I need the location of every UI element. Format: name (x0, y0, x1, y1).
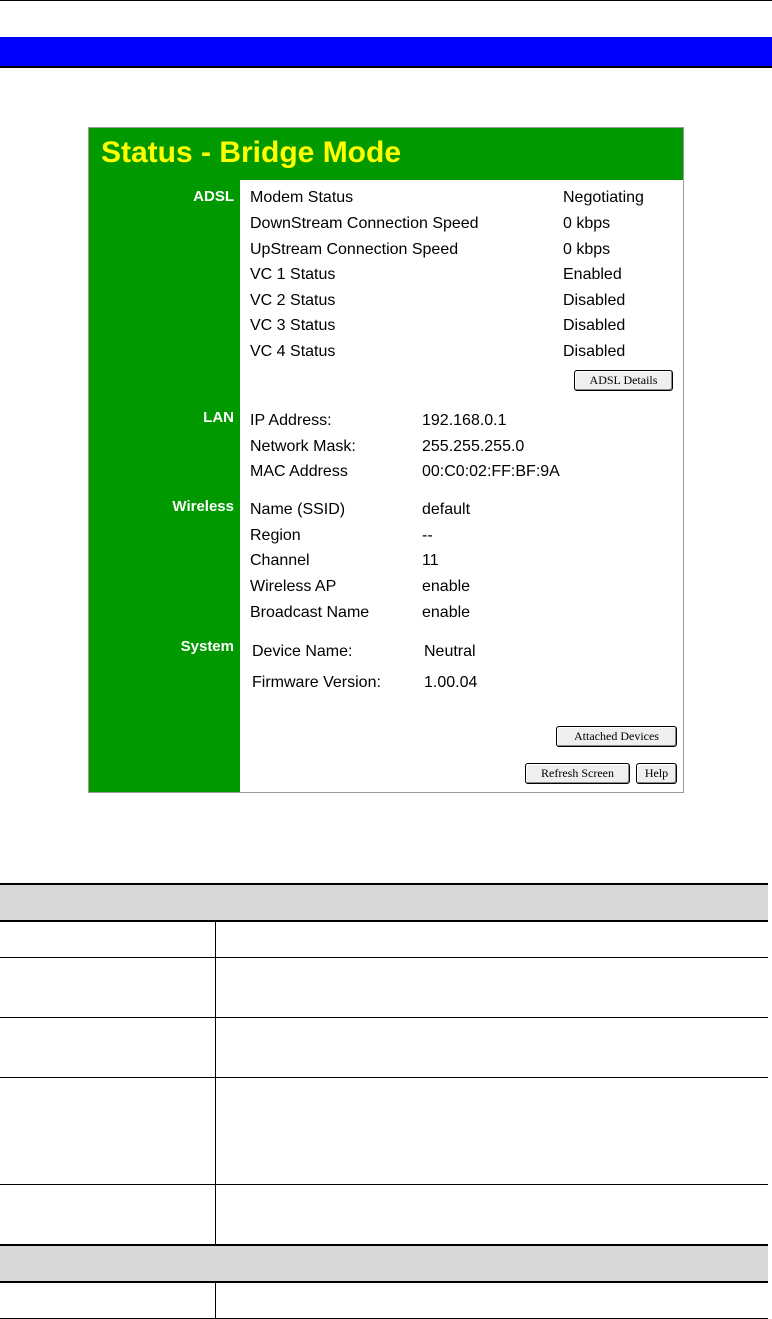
page-title: Status - Bridge Mode (101, 136, 402, 169)
lan-row-label: Network Mask: (250, 438, 356, 455)
system-row-label: Device Name: (252, 643, 353, 660)
wireless-row-value: -- (422, 527, 433, 544)
table-header-row (0, 1245, 768, 1282)
wireless-row-value: enable (422, 578, 471, 595)
section-label-adsl: ADSL (193, 188, 234, 205)
adsl-row-label: VC 3 Status (250, 317, 336, 334)
lan-row-label: IP Address: (250, 412, 332, 429)
table-divider (0, 1184, 768, 1185)
wireless-row-label: Region (250, 527, 301, 544)
adsl-row-label: UpStream Connection Speed (250, 241, 459, 258)
panel-title-bar: Status - Bridge Mode (89, 128, 683, 180)
table-column-divider (215, 1282, 216, 1319)
lan-row-label: MAC Address (250, 463, 348, 480)
table-header-row (0, 884, 768, 921)
wireless-row-value: default (422, 501, 471, 518)
table-divider (0, 883, 768, 885)
adsl-row-label: VC 4 Status (250, 343, 336, 360)
table-column-divider (215, 921, 216, 1245)
section-label-lan: LAN (203, 409, 234, 426)
adsl-row-label: VC 2 Status (250, 292, 336, 309)
adsl-row-value: Disabled (563, 317, 626, 334)
wireless-row-label: Broadcast Name (250, 604, 370, 621)
system-row-label: Firmware Version: (252, 674, 381, 691)
lan-row-value: 192.168.0.1 (422, 412, 507, 429)
table-divider (0, 1017, 768, 1018)
wireless-row-label: Name (SSID) (250, 501, 346, 518)
top-divider (0, 0, 772, 1)
help-button[interactable]: Help (636, 763, 677, 784)
status-panel: Status - Bridge Mode ADSL LAN Wireless S… (88, 127, 684, 793)
lan-row-value: 00:C0:02:FF:BF:9A (422, 463, 560, 480)
system-row-value: 1.00.04 (424, 674, 478, 691)
table-divider (0, 957, 768, 958)
table-divider (0, 1281, 768, 1283)
adsl-row-value: Disabled (563, 343, 626, 360)
wireless-row-value: enable (422, 604, 471, 621)
adsl-row-value: 0 kbps (563, 215, 611, 232)
adsl-details-button[interactable]: ADSL Details (574, 370, 673, 391)
wireless-row-label: Wireless AP (250, 578, 337, 595)
adsl-row-value: 0 kbps (563, 241, 611, 258)
system-row-value: Neutral (424, 643, 476, 660)
refresh-screen-button[interactable]: Refresh Screen (525, 763, 630, 784)
table-divider (0, 1244, 768, 1246)
adsl-row-label: Modem Status (250, 189, 354, 206)
table-divider (0, 1077, 768, 1078)
wireless-row-label: Channel (250, 552, 310, 569)
adsl-row-value: Negotiating (563, 189, 644, 206)
adsl-row-value: Disabled (563, 292, 626, 309)
section-header-bar (0, 37, 772, 68)
table-divider (0, 920, 768, 922)
adsl-row-label: VC 1 Status (250, 266, 336, 283)
section-label-system: System (180, 638, 234, 655)
wireless-row-value: 11 (422, 552, 439, 569)
sidebar: ADSL LAN Wireless System (89, 180, 240, 792)
attached-devices-button[interactable]: Attached Devices (556, 726, 677, 747)
adsl-row-label: DownStream Connection Speed (250, 215, 479, 232)
adsl-row-value: Enabled (563, 266, 622, 283)
lan-row-value: 255.255.255.0 (422, 438, 525, 455)
section-label-wireless: Wireless (172, 498, 234, 515)
